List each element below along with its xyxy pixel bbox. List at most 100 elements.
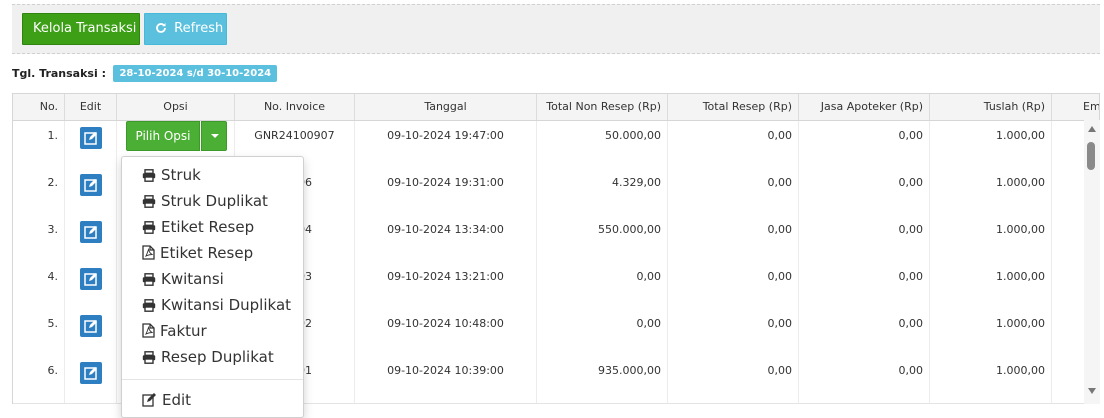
row-number: 6. (13, 356, 65, 403)
dropdown-item[interactable]: Struk (122, 162, 303, 188)
dropdown-item-label: Struk (161, 166, 201, 184)
total-resep: 0,00 (668, 356, 799, 403)
edit-row-button[interactable] (79, 268, 102, 290)
edit-row-button[interactable] (79, 127, 102, 149)
edit-cell (65, 309, 117, 356)
filter-label: Tgl. Transaksi : (12, 67, 106, 80)
scroll-down-arrow-icon[interactable] (1088, 388, 1096, 394)
dropdown-item-label: Kwitansi Duplikat (161, 296, 292, 314)
jasa-apoteker: 0,00 (799, 215, 930, 262)
total-resep: 0,00 (668, 262, 799, 309)
caret-down-icon[interactable] (201, 121, 227, 151)
header-em: Em (1052, 94, 1099, 120)
total-non-resep: 550.000,00 (537, 215, 668, 262)
transaction-date: 09-10-2024 10:48:00 (355, 309, 537, 356)
total-non-resep: 50.000,00 (537, 121, 668, 168)
date-filter: Tgl. Transaksi : 28-10-2024 s/d 30-10-20… (12, 64, 278, 84)
total-resep: 0,00 (668, 121, 799, 168)
opsi-dropdown-menu: Struk Struk Duplikat Etiket Resep Etiket Re… (121, 156, 304, 418)
dropdown-divider (122, 379, 303, 380)
row-number: 5. (13, 309, 65, 356)
refresh-button[interactable]: Refresh (144, 13, 227, 45)
tuslah: 1.000,00 (930, 121, 1052, 168)
header-edit: Edit (65, 94, 117, 120)
pilih-opsi-button[interactable]: Pilih Opsi (126, 121, 200, 151)
edit-cell (65, 262, 117, 309)
print-icon (142, 296, 161, 314)
dropdown-item[interactable]: Struk Duplikat (122, 188, 303, 214)
dropdown-item[interactable]: Faktur (122, 318, 303, 344)
table-header: No. Edit Opsi No. Invoice Tanggal Total … (13, 94, 1099, 121)
date-range-badge: 28-10-2024 s/d 30-10-2024 (113, 65, 278, 82)
edit-row-button[interactable] (79, 315, 102, 337)
dropdown-item[interactable]: Kwitansi Duplikat (122, 292, 303, 318)
total-non-resep: 4.329,00 (537, 168, 668, 215)
total-resep: 0,00 (668, 309, 799, 356)
header-invoice: No. Invoice (235, 94, 355, 120)
jasa-apoteker: 0,00 (799, 168, 930, 215)
print-icon (142, 192, 161, 210)
row-number: 2. (13, 168, 65, 215)
header-jasa: Jasa Apoteker (Rp) (799, 94, 930, 120)
edit-row-button[interactable] (79, 362, 102, 384)
edit-cell (65, 215, 117, 262)
refresh-label: Refresh (174, 21, 224, 36)
edit-cell (65, 356, 117, 403)
scroll-up-arrow-icon[interactable] (1088, 126, 1096, 132)
edit-row-button[interactable] (79, 221, 102, 243)
print-icon (142, 218, 161, 236)
transaction-date: 09-10-2024 10:39:00 (355, 356, 537, 403)
dropdown-item[interactable]: Kwitansi (122, 266, 303, 292)
header-no: No. (13, 94, 65, 120)
total-resep: 0,00 (668, 215, 799, 262)
dropdown-item-label: Faktur (160, 322, 207, 340)
tuslah: 1.000,00 (930, 215, 1052, 262)
edit-icon (142, 391, 162, 409)
edit-row-button[interactable] (79, 174, 102, 196)
header-tanggal: Tanggal (355, 94, 537, 120)
header-resep: Total Resep (Rp) (668, 94, 799, 120)
pdf-file-icon (142, 322, 160, 340)
transaction-date: 09-10-2024 13:21:00 (355, 262, 537, 309)
tuslah: 1.000,00 (930, 262, 1052, 309)
dropdown-item[interactable]: Resep Duplikat (122, 344, 303, 370)
toolbar: Kelola Transaksi Refresh (12, 4, 1100, 54)
dropdown-item-label: Etiket Resep (160, 244, 254, 262)
dropdown-item-label: Etiket Resep (161, 218, 255, 236)
total-resep: 0,00 (668, 168, 799, 215)
pdf-file-icon (142, 244, 160, 262)
print-icon (142, 166, 161, 184)
dropdown-item-label: Resep Duplikat (161, 348, 274, 366)
dropdown-item-label: Edit (162, 391, 192, 409)
dropdown-item-label: Struk Duplikat (161, 192, 268, 210)
tuslah: 1.000,00 (930, 356, 1052, 403)
kelola-transaksi-button[interactable]: Kelola Transaksi (22, 13, 140, 45)
kelola-transaksi-label: Kelola Transaksi (33, 21, 137, 36)
jasa-apoteker: 0,00 (799, 309, 930, 356)
edit-cell (65, 168, 117, 215)
header-non-resep: Total Non Resep (Rp) (537, 94, 668, 120)
row-number: 4. (13, 262, 65, 309)
jasa-apoteker: 0,00 (799, 121, 930, 168)
tuslah: 1.000,00 (930, 309, 1052, 356)
header-opsi: Opsi (117, 94, 235, 120)
transaction-date: 09-10-2024 19:47:00 (355, 121, 537, 168)
jasa-apoteker: 0,00 (799, 356, 930, 403)
header-tuslah: Tuslah (Rp) (930, 94, 1052, 120)
dropdown-item[interactable]: Etiket Resep (122, 240, 303, 266)
transaction-date: 09-10-2024 13:34:00 (355, 215, 537, 262)
edit-cell (65, 121, 117, 168)
total-non-resep: 935.000,00 (537, 356, 668, 403)
scroll-thumb[interactable] (1087, 142, 1095, 170)
dropdown-item[interactable]: Etiket Resep (122, 214, 303, 240)
print-icon (142, 270, 161, 288)
tuslah: 1.000,00 (930, 168, 1052, 215)
refresh-icon (155, 21, 174, 36)
jasa-apoteker: 0,00 (799, 262, 930, 309)
dropdown-item[interactable]: Edit (122, 387, 303, 413)
total-non-resep: 0,00 (537, 262, 668, 309)
row-number: 3. (13, 215, 65, 262)
dropdown-item-label: Kwitansi (161, 270, 224, 288)
vertical-scrollbar[interactable] (1084, 120, 1100, 404)
total-non-resep: 0,00 (537, 309, 668, 356)
